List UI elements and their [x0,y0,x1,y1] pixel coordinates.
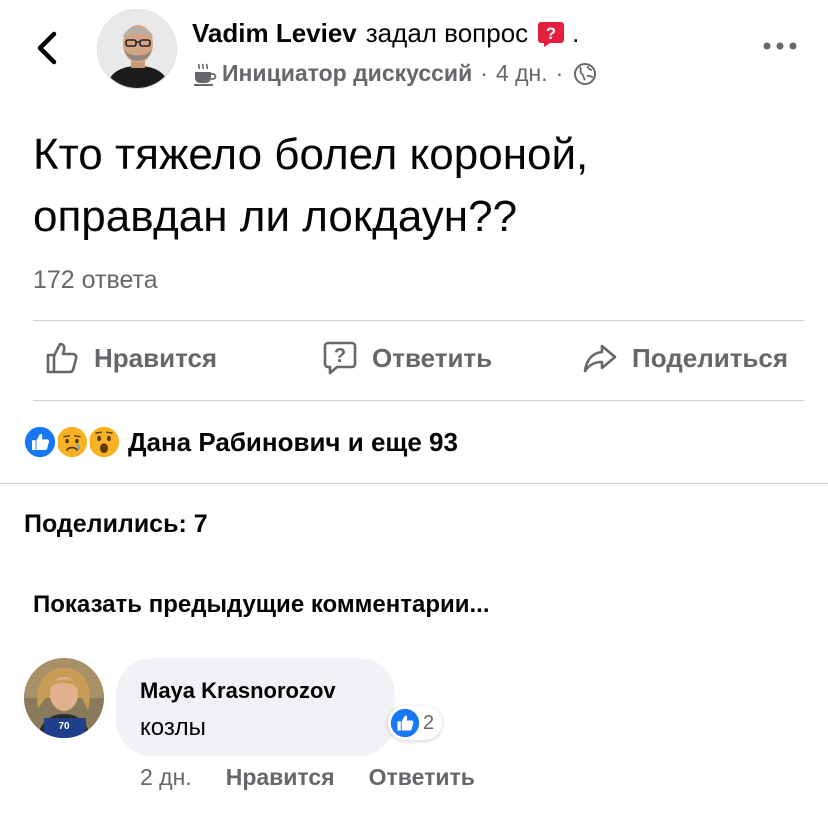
thumbs-up-icon [46,342,78,374]
back-button[interactable] [30,28,66,68]
like-button[interactable]: Нравится [44,340,217,376]
post-time[interactable]: 4 дн. [496,60,548,87]
action-bar: Нравится ? Ответить Поделиться [0,322,828,400]
globe-icon [574,62,597,85]
comment-like-button[interactable]: Нравится [226,764,335,791]
badge-label[interactable]: Инициатор дискуссий [222,60,472,87]
trailing-dot: . [572,18,580,48]
asked-label: задал вопрос [365,18,529,48]
question-text: Кто тяжело болел короной, оправдан ли ло… [33,124,793,248]
like-label: Нравится [94,342,218,373]
question-line-2: оправдан ли локдаун?? [33,192,518,241]
chevron-left-icon [37,31,57,65]
comment-reactions[interactable]: 2 [388,706,443,740]
comment-text: козлы [140,714,206,741]
more-dots-icon [763,42,797,50]
reactions-summary[interactable]: Дана Рабинович и еще 93 [22,424,458,460]
answer-button[interactable]: ? Ответить [322,340,492,376]
share-label: Поделиться [632,342,789,373]
like-icon [22,424,58,460]
question-bubble-icon: ? [323,341,357,375]
author-avatar[interactable] [97,9,177,89]
more-options-button[interactable] [760,36,800,56]
share-button[interactable]: Поделиться [582,340,788,376]
commenter-avatar[interactable]: 70 [24,658,104,738]
separator: · [480,60,488,86]
comment-bubble[interactable]: Maya Krasnorozov козлы [116,658,395,756]
share-arrow-icon [583,344,617,373]
svg-text:70: 70 [58,721,70,732]
question-line-1: Кто тяжело болел короной, [33,130,589,179]
author-line: Vadim Leviev задал вопрос ? . [192,18,579,49]
sad-icon [54,424,90,460]
wow-icon [86,424,122,460]
divider [33,320,804,321]
comment-footer: 2 дн. Нравится Ответить [140,764,475,791]
author-name[interactable]: Vadim Leviev [192,18,357,49]
comment-time[interactable]: 2 дн. [140,764,192,791]
reaction-icons [22,424,124,460]
divider [0,483,828,484]
comment-author[interactable]: Maya Krasnorozov [140,678,336,704]
separator: · [555,60,564,86]
post-header: Vadim Leviev задал вопрос ? . Инициатор … [0,0,828,100]
like-icon [390,708,420,738]
question-badge-icon: ? [538,21,565,47]
answers-count[interactable]: 172 ответа [33,266,158,295]
svg-text:?: ? [334,345,346,367]
comment-reaction-count: 2 [423,711,435,734]
coffee-cup-icon [194,63,217,86]
show-previous-comments-link[interactable]: Показать предыдущие комментарии... [33,591,490,619]
divider [33,400,804,401]
shares-count[interactable]: Поделились: 7 [24,510,208,539]
reactions-text: Дана Рабинович и еще 93 [128,426,458,457]
post-meta: Инициатор дискуссий · 4 дн. · [192,60,597,87]
answer-label: Ответить [372,342,493,373]
comment-reply-button[interactable]: Ответить [369,764,475,791]
svg-text:?: ? [546,24,556,43]
